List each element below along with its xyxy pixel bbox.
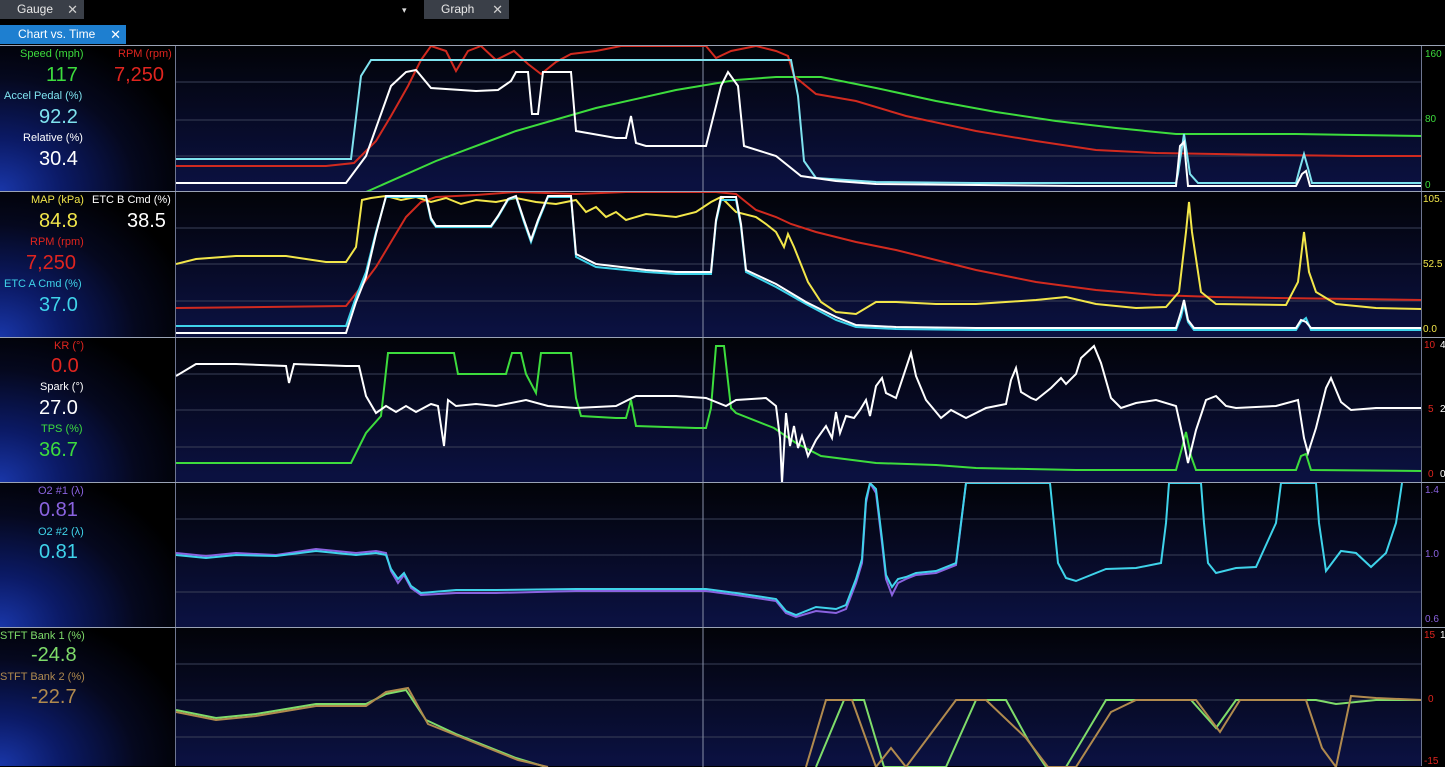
accel-pedal-label: Accel Pedal (%): [4, 90, 83, 102]
scale-top-label: 10: [1424, 340, 1436, 351]
stft-bank1-label: STFT Bank 1 (%): [0, 630, 85, 642]
scale-mid-label: 52.5: [1423, 259, 1443, 270]
etc-a-cmd-label: ETC A Cmd (%): [4, 278, 82, 290]
plot-area[interactable]: [175, 46, 1422, 192]
plot-area[interactable]: [175, 338, 1422, 483]
tab-gauge-label: Gauge: [17, 2, 54, 16]
scale-bottom-label: 0: [1428, 469, 1434, 480]
readout-column: O2 #1 (λ) 0.81 O2 #2 (λ) 0.81: [0, 483, 175, 627]
tab-graph[interactable]: Graph ✕: [424, 0, 509, 19]
tab-gauge[interactable]: Gauge ✕: [0, 0, 84, 19]
readout-column: STFT Bank 1 (%) -24.8 STFT Bank 2 (%) -2…: [0, 628, 175, 766]
scale-mid-label: 80: [1425, 114, 1437, 125]
readout-column: KR (°) 0.0 Spark (°) 27.0 TPS (%) 36.7: [0, 338, 175, 482]
scale-mid-label: 1.0: [1425, 549, 1439, 560]
rpm-label: RPM (rpm): [30, 236, 84, 248]
scale-strip: 1.4 1.0 0.6: [1421, 483, 1445, 627]
scale-strip: 105. 52.5 0.0: [1421, 192, 1445, 337]
scale-bottom-label: -15: [1424, 756, 1439, 767]
scale-top-label-secondary: 1: [1440, 630, 1445, 641]
scale-top-label: 15: [1424, 630, 1436, 641]
speed-label: Speed (mph): [20, 48, 84, 60]
stft-bank1-value: -24.8: [31, 644, 77, 666]
scale-strip: 10 4 5 2 0 0: [1421, 338, 1445, 482]
map-value: 84.8: [39, 210, 78, 232]
kr-label: KR (°): [54, 340, 85, 352]
scale-top-label-secondary: 4: [1440, 340, 1445, 351]
chart-panel-spark: KR (°) 0.0 Spark (°) 27.0 TPS (%) 36.7 1…: [0, 337, 1445, 483]
readout-column: Speed (mph) 117 RPM (rpm) 7,250 Accel Pe…: [0, 46, 175, 191]
tab-chart-vs-time-label: Chart vs. Time: [18, 27, 96, 41]
scale-mid-label: 0: [1428, 694, 1434, 705]
scale-bottom-label: 0.6: [1425, 614, 1439, 625]
scale-bottom-label: 0.0: [1423, 324, 1437, 335]
o2-1-label: O2 #1 (λ): [38, 485, 84, 497]
kr-value: 0.0: [51, 355, 79, 377]
chart-panel-o2: O2 #1 (λ) 0.81 O2 #2 (λ) 0.81 1.4 1.0 0.…: [0, 482, 1445, 628]
close-icon[interactable]: ✕: [67, 0, 78, 19]
scale-strip: 15 1 0 -15: [1421, 628, 1445, 767]
tps-value: 36.7: [39, 439, 78, 461]
spark-value: 27.0: [39, 397, 78, 419]
scale-top-label: 1.4: [1425, 485, 1439, 496]
scale-mid-label-secondary: 2: [1440, 404, 1445, 415]
relative-value: 30.4: [39, 148, 78, 170]
scale-bottom-label-secondary: 0: [1440, 469, 1445, 480]
scale-top-label: 105.: [1423, 194, 1443, 205]
chart-panel-stft: STFT Bank 1 (%) -24.8 STFT Bank 2 (%) -2…: [0, 627, 1445, 767]
plot-area[interactable]: [175, 628, 1422, 767]
o2-2-label: O2 #2 (λ): [38, 526, 84, 538]
map-label: MAP (kPa): [31, 194, 84, 206]
etc-b-cmd-value: 38.5: [127, 210, 166, 232]
chevron-down-icon[interactable]: ▾: [402, 5, 407, 16]
speed-value: 117: [46, 64, 78, 86]
stft-bank2-value: -22.7: [31, 686, 77, 708]
sub-tab-bar: [0, 20, 1445, 44]
rpm-value: 7,250: [114, 64, 165, 86]
spark-label: Spark (°): [40, 381, 84, 393]
o2-2-value: 0.81: [39, 541, 78, 563]
chart-panel-map: MAP (kPa) 84.8 ETC B Cmd (%) 38.5 RPM (r…: [0, 191, 1445, 338]
scale-strip: 160 80 0: [1421, 46, 1445, 191]
close-icon[interactable]: ✕: [110, 25, 121, 44]
readout-column: MAP (kPa) 84.8 ETC B Cmd (%) 38.5 RPM (r…: [0, 192, 175, 337]
relative-label: Relative (%): [23, 132, 83, 144]
stft-bank2-label: STFT Bank 2 (%): [0, 671, 85, 683]
tps-label: TPS (%): [41, 423, 83, 435]
rpm-label: RPM (rpm): [118, 48, 172, 60]
tab-chart-vs-time[interactable]: Chart vs. Time ✕: [0, 25, 126, 44]
plot-area[interactable]: [175, 483, 1422, 628]
top-tab-bar: Gauge ✕ ▾ Graph ✕: [0, 0, 1445, 20]
plot-area[interactable]: [175, 192, 1422, 338]
etc-b-cmd-label: ETC B Cmd (%): [92, 194, 171, 206]
accel-pedal-value: 92.2: [39, 106, 78, 128]
scale-bottom-label: 0: [1425, 180, 1431, 191]
o2-1-value: 0.81: [39, 499, 78, 521]
close-icon[interactable]: ✕: [492, 0, 503, 19]
chart-panel-speed: Speed (mph) 117 RPM (rpm) 7,250 Accel Pe…: [0, 45, 1445, 192]
etc-a-cmd-value: 37.0: [39, 294, 78, 316]
scale-mid-label: 5: [1428, 404, 1434, 415]
scale-top-label: 160: [1425, 49, 1442, 60]
rpm-value: 7,250: [26, 252, 77, 274]
tab-graph-label: Graph: [441, 2, 475, 16]
